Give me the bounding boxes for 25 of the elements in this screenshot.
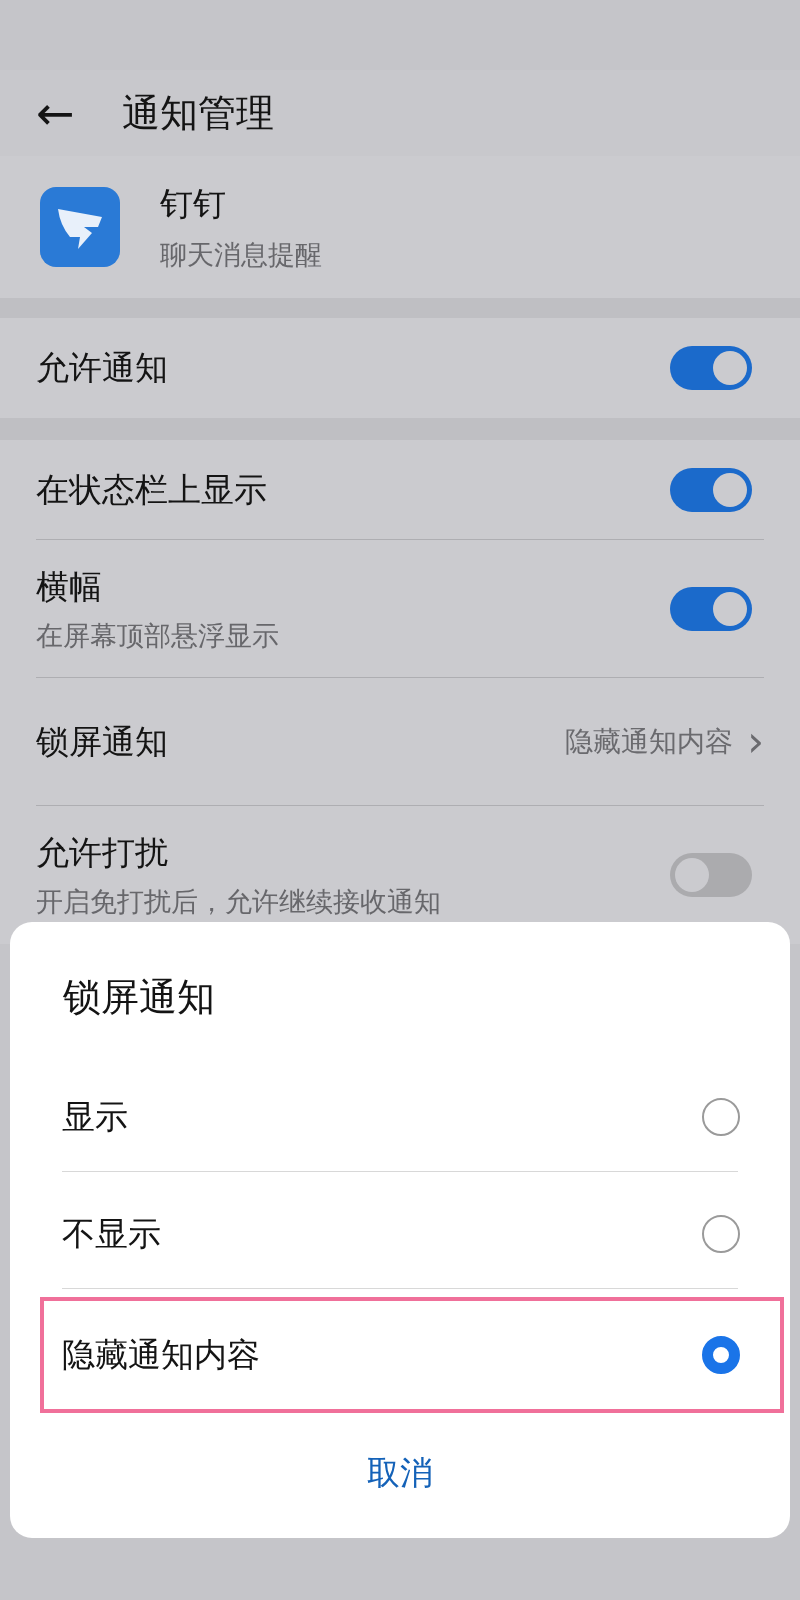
toggle-switch[interactable] [670, 853, 752, 897]
back-button[interactable]: ← [36, 90, 108, 136]
setting-label: 允许通知 [36, 346, 168, 389]
radio-button[interactable] [702, 1215, 740, 1253]
app-name: 钉钉 [160, 182, 227, 225]
setting-description: 在屏幕顶部悬浮显示 [36, 618, 279, 653]
radio-button[interactable] [702, 1336, 740, 1374]
app-subtitle: 聊天消息提醒 [160, 237, 322, 272]
cancel-button[interactable]: 取消 [337, 1441, 463, 1506]
option-label[interactable]: 显示 [62, 1094, 128, 1140]
toggle-switch[interactable] [670, 468, 752, 512]
option-label[interactable]: 不显示 [62, 1211, 161, 1257]
setting-label: 横幅 [36, 565, 103, 608]
radio-button[interactable] [702, 1098, 740, 1136]
toggle-switch[interactable] [670, 587, 752, 631]
setting-description: 开启免打扰后，允许继续接收通知 [36, 884, 441, 919]
page-title: 通知管理 [122, 89, 274, 137]
toggle-switch[interactable] [670, 346, 752, 390]
chevron-icon: › [747, 721, 764, 763]
setting-label: 锁屏通知 [36, 720, 168, 763]
dialog-title: 锁屏通知 [63, 974, 215, 1021]
setting-label: 在状态栏上显示 [36, 468, 267, 511]
wing-app-icon [40, 187, 120, 267]
setting-label: 允许打扰 [36, 831, 169, 874]
option-label[interactable]: 隐藏通知内容 [62, 1332, 260, 1378]
